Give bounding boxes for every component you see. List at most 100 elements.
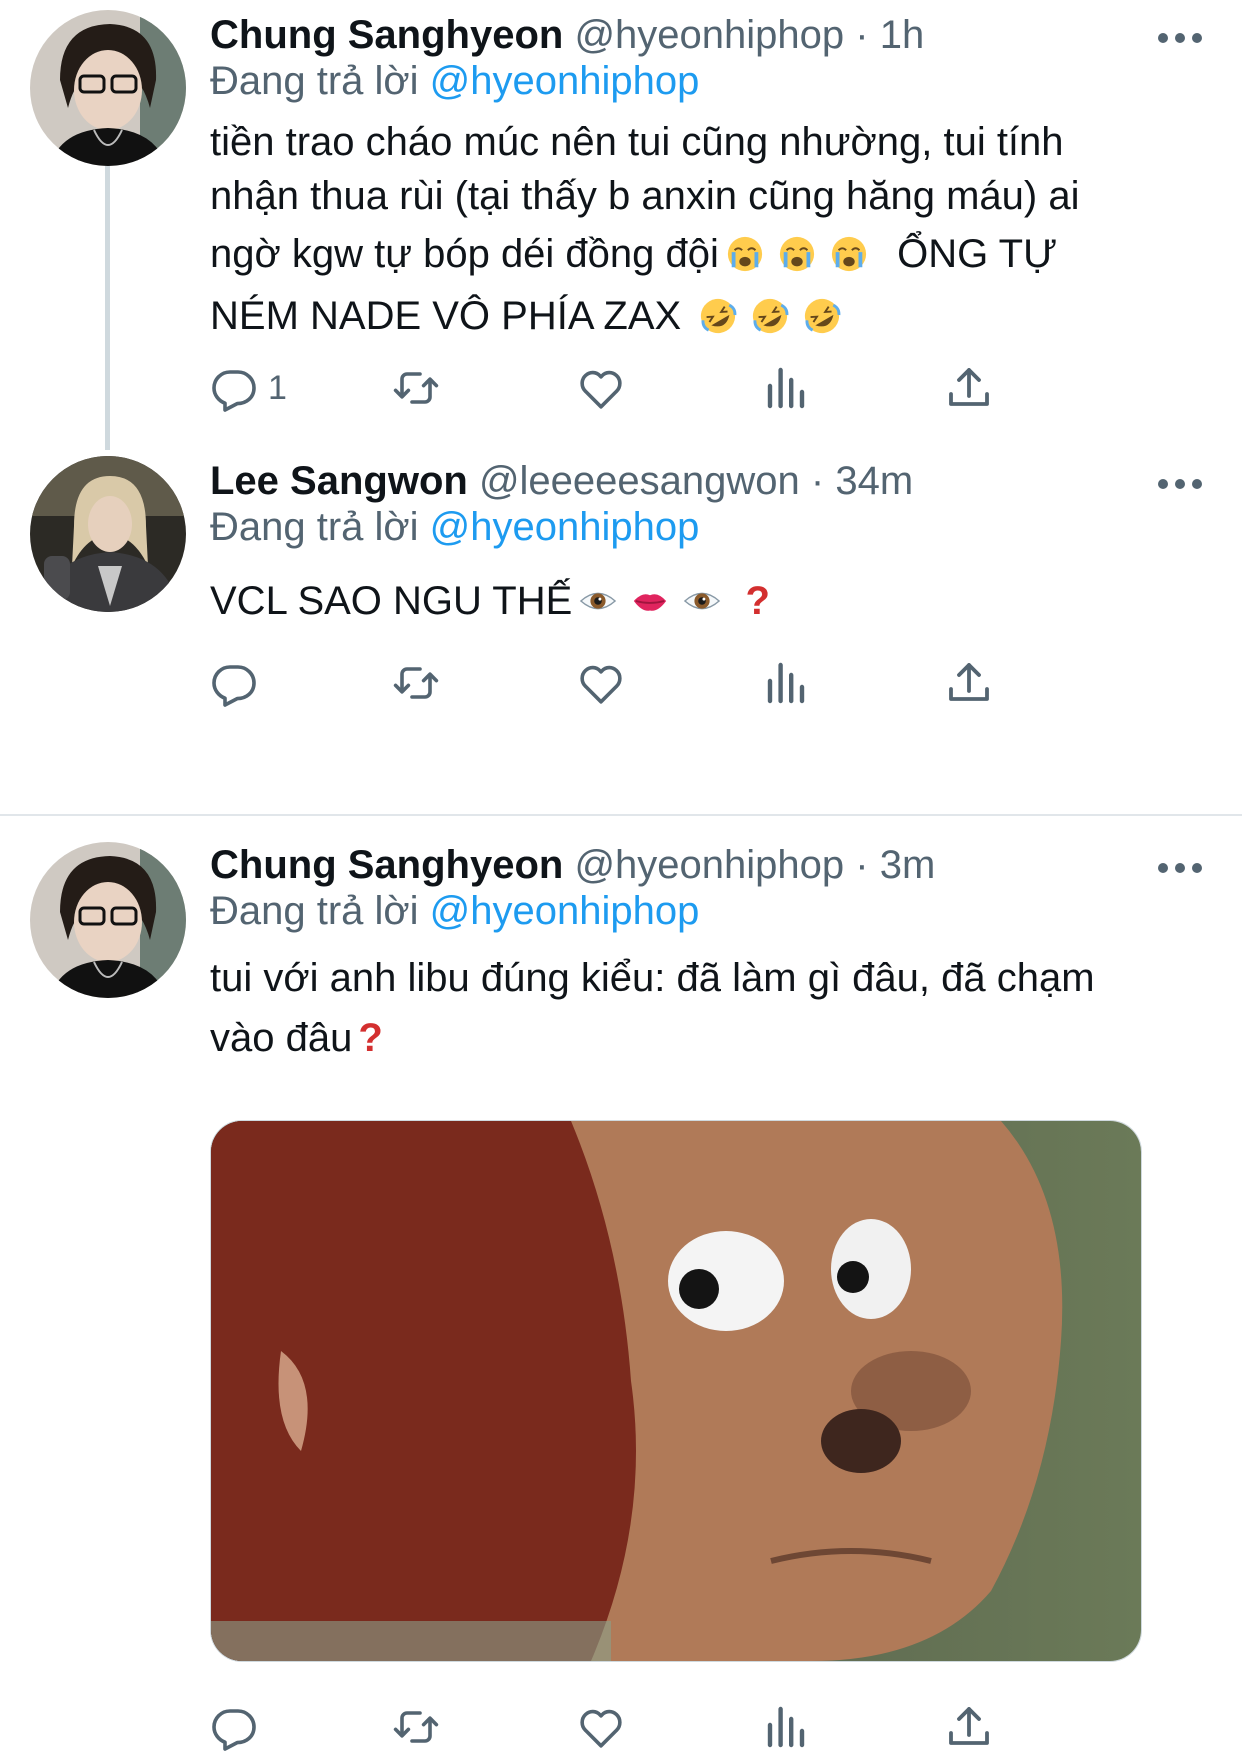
timestamp[interactable]: 3m — [880, 843, 936, 887]
lips-emoji — [631, 582, 669, 620]
retweet-icon — [392, 659, 440, 707]
more-icon[interactable] — [1158, 474, 1202, 494]
rofl-emoji — [751, 297, 789, 335]
text-line: tui với anh libu đúng kiểu: đã làm gì đâ… — [210, 956, 1095, 1000]
crying-face-emoji — [726, 235, 764, 273]
like-icon — [577, 659, 625, 707]
analytics-icon — [762, 364, 810, 412]
crying-face-emoji — [778, 235, 816, 273]
rofl-emoji — [699, 297, 737, 335]
text-segment: vào đâu — [210, 1016, 353, 1060]
replying-to: Đang trả lời @hyeonhiphop — [210, 886, 699, 936]
text-segment: ỔNG TỰ — [897, 232, 1058, 276]
timestamp[interactable]: 34m — [835, 459, 913, 503]
share-icon — [945, 1703, 993, 1751]
display-name[interactable]: Chung Sanghyeon — [210, 13, 563, 57]
tweet-text: tui với anh libu đúng kiểu: đã làm gì đâ… — [210, 948, 1202, 1068]
replying-to: Đang trả lời @hyeonhiphop — [210, 502, 699, 552]
reply-button[interactable]: 1 — [210, 358, 287, 418]
mention-link[interactable]: @hyeonhiphop — [430, 889, 700, 933]
display-name[interactable]: Chung Sanghyeon — [210, 843, 563, 887]
tweet-header: Lee Sangwon @leeeeesangwon · 34m — [210, 456, 1202, 506]
analytics-button[interactable] — [762, 1697, 810, 1757]
retweet-button[interactable] — [392, 653, 440, 713]
text-line-emoji: ngờ kgw tự bóp déi đồng đội ỔNG TỰ — [210, 223, 1202, 285]
tweet-text: tiền trao cháo múc nên tui cũng nhường, … — [210, 115, 1202, 347]
tweet-3[interactable]: Chung Sanghyeon @hyeonhiphop · 3m Đang t… — [0, 820, 1242, 1757]
share-button[interactable] — [945, 1697, 993, 1757]
text-segment: VCL SAO NGU THẾ — [210, 579, 573, 623]
more-icon[interactable] — [1158, 28, 1202, 48]
separator-dot: · — [810, 459, 825, 503]
text-line: nhận thua rùi (tại thấy b anxin cũng hăn… — [210, 174, 1080, 218]
text-line: tiền trao cháo múc nên tui cũng nhường, … — [210, 120, 1064, 164]
like-button[interactable] — [577, 1697, 625, 1757]
red-question-mark: ? — [358, 1016, 383, 1060]
text-segment: ngờ kgw tự bóp déi đồng đội — [210, 232, 719, 276]
mention-link[interactable]: @hyeonhiphop — [430, 505, 700, 549]
red-question-mark: ? — [745, 579, 770, 623]
like-icon — [577, 1703, 625, 1751]
user-handle[interactable]: @hyeonhiphop — [574, 13, 844, 57]
user-handle[interactable]: @hyeonhiphop — [574, 843, 844, 887]
monkey-puppet-meme — [211, 1121, 1141, 1661]
eye-emoji — [683, 582, 721, 620]
timestamp[interactable]: 1h — [880, 13, 925, 57]
eye-emoji — [579, 582, 617, 620]
rofl-emoji — [803, 297, 841, 335]
tweet-divider — [0, 814, 1242, 816]
like-button[interactable] — [577, 653, 625, 713]
mention-link[interactable]: @hyeonhiphop — [430, 59, 700, 103]
tweet-header: Chung Sanghyeon @hyeonhiphop · 3m — [210, 840, 1202, 890]
text-line-emoji: vào đâu? — [210, 1008, 1202, 1068]
reply-button[interactable] — [210, 653, 268, 713]
analytics-icon — [762, 1703, 810, 1751]
reply-icon — [210, 364, 258, 412]
avatar-photo — [30, 456, 186, 612]
text-line-emoji: NÉM NADE VÔ PHÍA ZAX — [210, 285, 1202, 347]
share-icon — [945, 364, 993, 412]
media-image[interactable] — [210, 1120, 1142, 1662]
text-segment: NÉM NADE VÔ PHÍA ZAX — [210, 294, 682, 338]
share-icon — [945, 659, 993, 707]
reply-button[interactable] — [210, 1697, 268, 1757]
avatar[interactable] — [30, 456, 186, 612]
action-bar — [210, 1697, 1110, 1757]
analytics-button[interactable] — [762, 653, 810, 713]
replying-prefix: Đang trả lời — [210, 59, 419, 103]
retweet-button[interactable] — [392, 1697, 440, 1757]
tweet-2[interactable]: Lee Sangwon @leeeeesangwon · 34m Đang tr… — [0, 440, 1242, 820]
avatar-photo — [30, 842, 186, 998]
avatar[interactable] — [30, 10, 186, 166]
replying-prefix: Đang trả lời — [210, 889, 419, 933]
tweet-text: VCL SAO NGU THẾ ? — [210, 570, 1202, 632]
action-bar — [210, 653, 1110, 713]
replying-prefix: Đang trả lời — [210, 505, 419, 549]
replying-to: Đang trả lời @hyeonhiphop — [210, 56, 699, 106]
tweet-1[interactable]: Chung Sanghyeon @hyeonhiphop · 1h Đang t… — [0, 0, 1242, 450]
separator-dot: · — [855, 843, 869, 887]
like-button[interactable] — [577, 358, 625, 418]
analytics-button[interactable] — [762, 358, 810, 418]
avatar[interactable] — [30, 842, 186, 998]
tweet-header: Chung Sanghyeon @hyeonhiphop · 1h — [210, 10, 1202, 60]
action-bar: 1 — [210, 358, 1110, 418]
more-icon[interactable] — [1158, 858, 1202, 878]
share-button[interactable] — [945, 653, 993, 713]
like-icon — [577, 364, 625, 412]
retweet-button[interactable] — [392, 358, 440, 418]
reply-icon — [210, 1703, 258, 1751]
retweet-icon — [392, 1703, 440, 1751]
reply-count: 1 — [268, 368, 287, 407]
user-handle[interactable]: @leeeeesangwon — [479, 459, 800, 503]
reply-icon — [210, 659, 258, 707]
thread-line — [105, 150, 110, 450]
separator-dot: · — [855, 13, 869, 57]
share-button[interactable] — [945, 358, 993, 418]
retweet-icon — [392, 364, 440, 412]
analytics-icon — [762, 659, 810, 707]
display-name[interactable]: Lee Sangwon — [210, 459, 468, 503]
avatar-photo — [30, 10, 186, 166]
text-line-emoji: VCL SAO NGU THẾ ? — [210, 570, 1202, 632]
crying-face-emoji — [830, 235, 868, 273]
